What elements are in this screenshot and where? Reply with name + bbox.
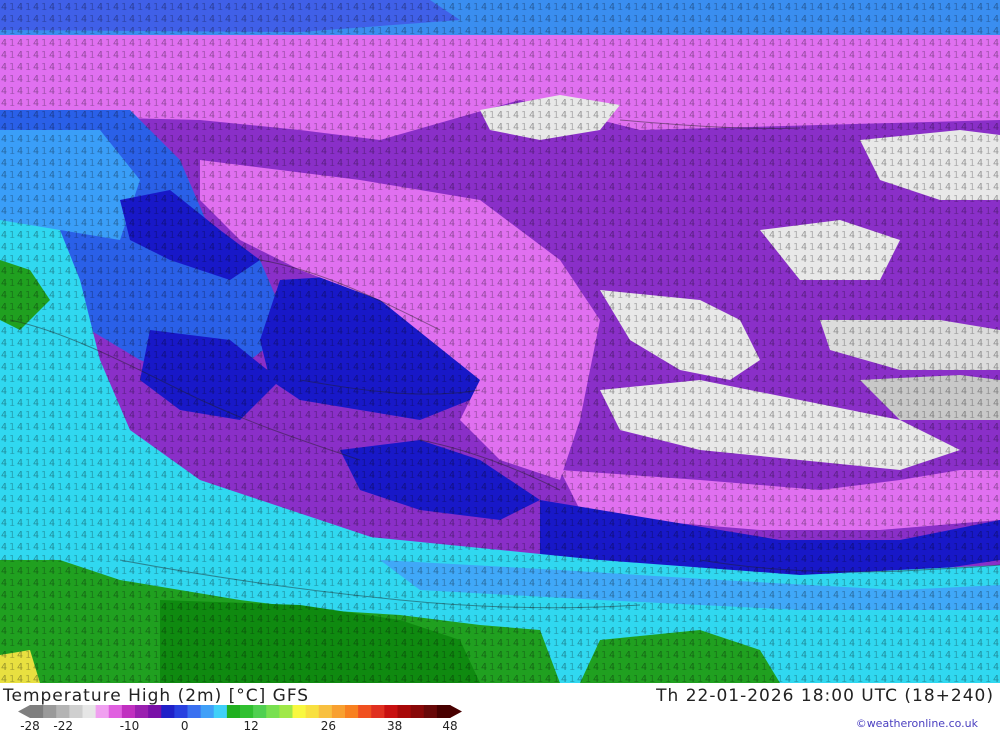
legend-swatches [18, 705, 462, 718]
legend-labels: -28 -22 -10 0 12 26 38 48 [20, 719, 457, 733]
legend-swatch [410, 705, 425, 718]
temperature-map: 4 1 [0, 0, 1000, 683]
legend-swatch [69, 705, 84, 718]
legend-swatch [148, 705, 162, 718]
legend-tick-label: -22 [53, 719, 73, 733]
legend-arrow-left [18, 705, 30, 718]
legend-swatch [358, 705, 372, 718]
legend-swatch [187, 705, 202, 718]
legend-tick-label: 12 [243, 719, 258, 733]
legend-swatch [240, 705, 254, 718]
legend-swatch [108, 705, 123, 718]
legend-swatch [161, 705, 175, 718]
legend-tick-label: 26 [321, 719, 336, 733]
legend-tick-label: 0 [181, 719, 189, 733]
legend-swatch [436, 705, 451, 718]
legend-swatch [213, 705, 228, 718]
valid-time: Th 22-01-2026 18:00 UTC (18+240) [656, 686, 994, 706]
legend-swatch [331, 705, 346, 718]
legend-swatch [371, 705, 385, 718]
legend-swatch [305, 705, 320, 718]
legend-swatch [253, 705, 267, 718]
legend-tick-label: 48 [442, 719, 457, 733]
legend-swatch [200, 705, 215, 718]
legend-arrow-right [450, 705, 462, 718]
temperature-field-svg: 4 1 [0, 0, 1000, 683]
legend-tick-label: -10 [120, 719, 140, 733]
legend-swatch [226, 705, 241, 718]
legend-swatch [318, 705, 333, 718]
legend-swatch [266, 705, 280, 718]
legend-swatch [292, 705, 307, 718]
legend-swatch [423, 705, 438, 718]
legend-swatch [174, 705, 189, 718]
legend-swatch [279, 705, 294, 718]
copyright-text: ©weatheronline.co.uk [855, 717, 978, 730]
legend-swatch [43, 705, 57, 718]
legend-swatch [121, 705, 136, 718]
legend-tick-label: -28 [20, 719, 40, 733]
legend-swatch [397, 705, 412, 718]
legend-swatch [135, 705, 149, 718]
legend-swatch [95, 705, 110, 718]
digit-texture [0, 0, 1000, 683]
legend-swatch [345, 705, 359, 718]
legend-swatch [30, 705, 44, 718]
legend-tick-label: 38 [387, 719, 402, 733]
color-legend: -28 -22 -10 0 12 26 38 48 [18, 705, 462, 733]
legend-swatch [56, 705, 70, 718]
legend-swatch [384, 705, 399, 718]
legend-swatch [82, 705, 97, 718]
